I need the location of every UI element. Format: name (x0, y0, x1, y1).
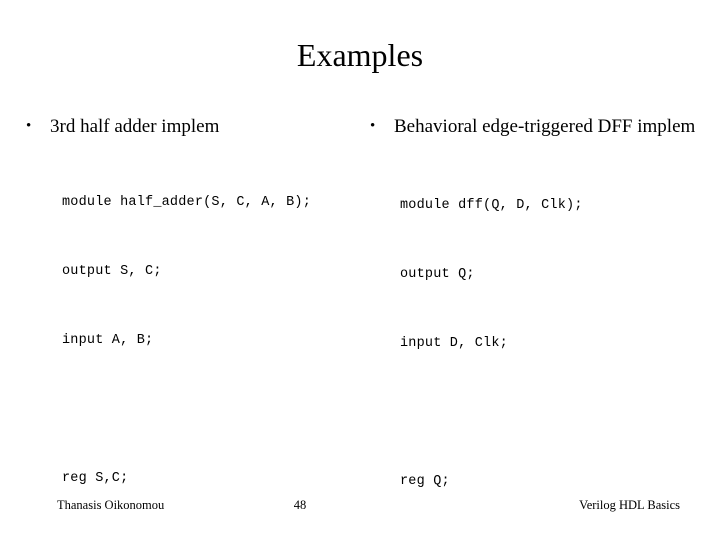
code-line: input A, B; (62, 333, 154, 348)
left-content-column: • 3rd half adder implem module half_adde… (18, 114, 358, 540)
slide-footer: Thanasis Oikonomou 48 Verilog HDL Basics (0, 496, 720, 516)
code-line: output S, C; (62, 264, 162, 279)
code-block-dff: module dff(Q, D, Clk); output Q; input D… (362, 148, 710, 540)
bullet-item-half-adder-label: 3rd half adder implem (50, 116, 220, 137)
right-content-column: • Behavioral edge-triggered DFF implem m… (362, 114, 710, 540)
bullet-point-icon: • (370, 118, 376, 134)
bullet-item-dff-label: Behavioral edge-triggered DFF implem (394, 116, 696, 137)
bullet-item-half-adder: • 3rd half adder implem (18, 114, 358, 139)
bullet-point-icon: • (26, 118, 32, 134)
code-block-half-adder: module half_adder(S, C, A, B); output S,… (18, 145, 358, 540)
code-line: module dff(Q, D, Clk); (400, 198, 583, 213)
bullet-item-dff: • Behavioral edge-triggered DFF implem (362, 114, 710, 139)
code-line: reg S,C; (62, 471, 129, 486)
code-line: reg Q; (400, 474, 450, 489)
code-line: input D, Clk; (400, 336, 508, 351)
footer-page-number: 48 (293, 498, 307, 512)
code-line: wire A, B; (62, 536, 358, 540)
code-line: module half_adder(S, C, A, B); (62, 195, 312, 210)
slide-canvas: Examples • 3rd half adder implem module … (0, 0, 720, 540)
code-line: output Q; (400, 267, 475, 282)
footer-course-title: Verilog HDL Basics (579, 498, 680, 512)
slide-title: Examples (296, 37, 424, 73)
